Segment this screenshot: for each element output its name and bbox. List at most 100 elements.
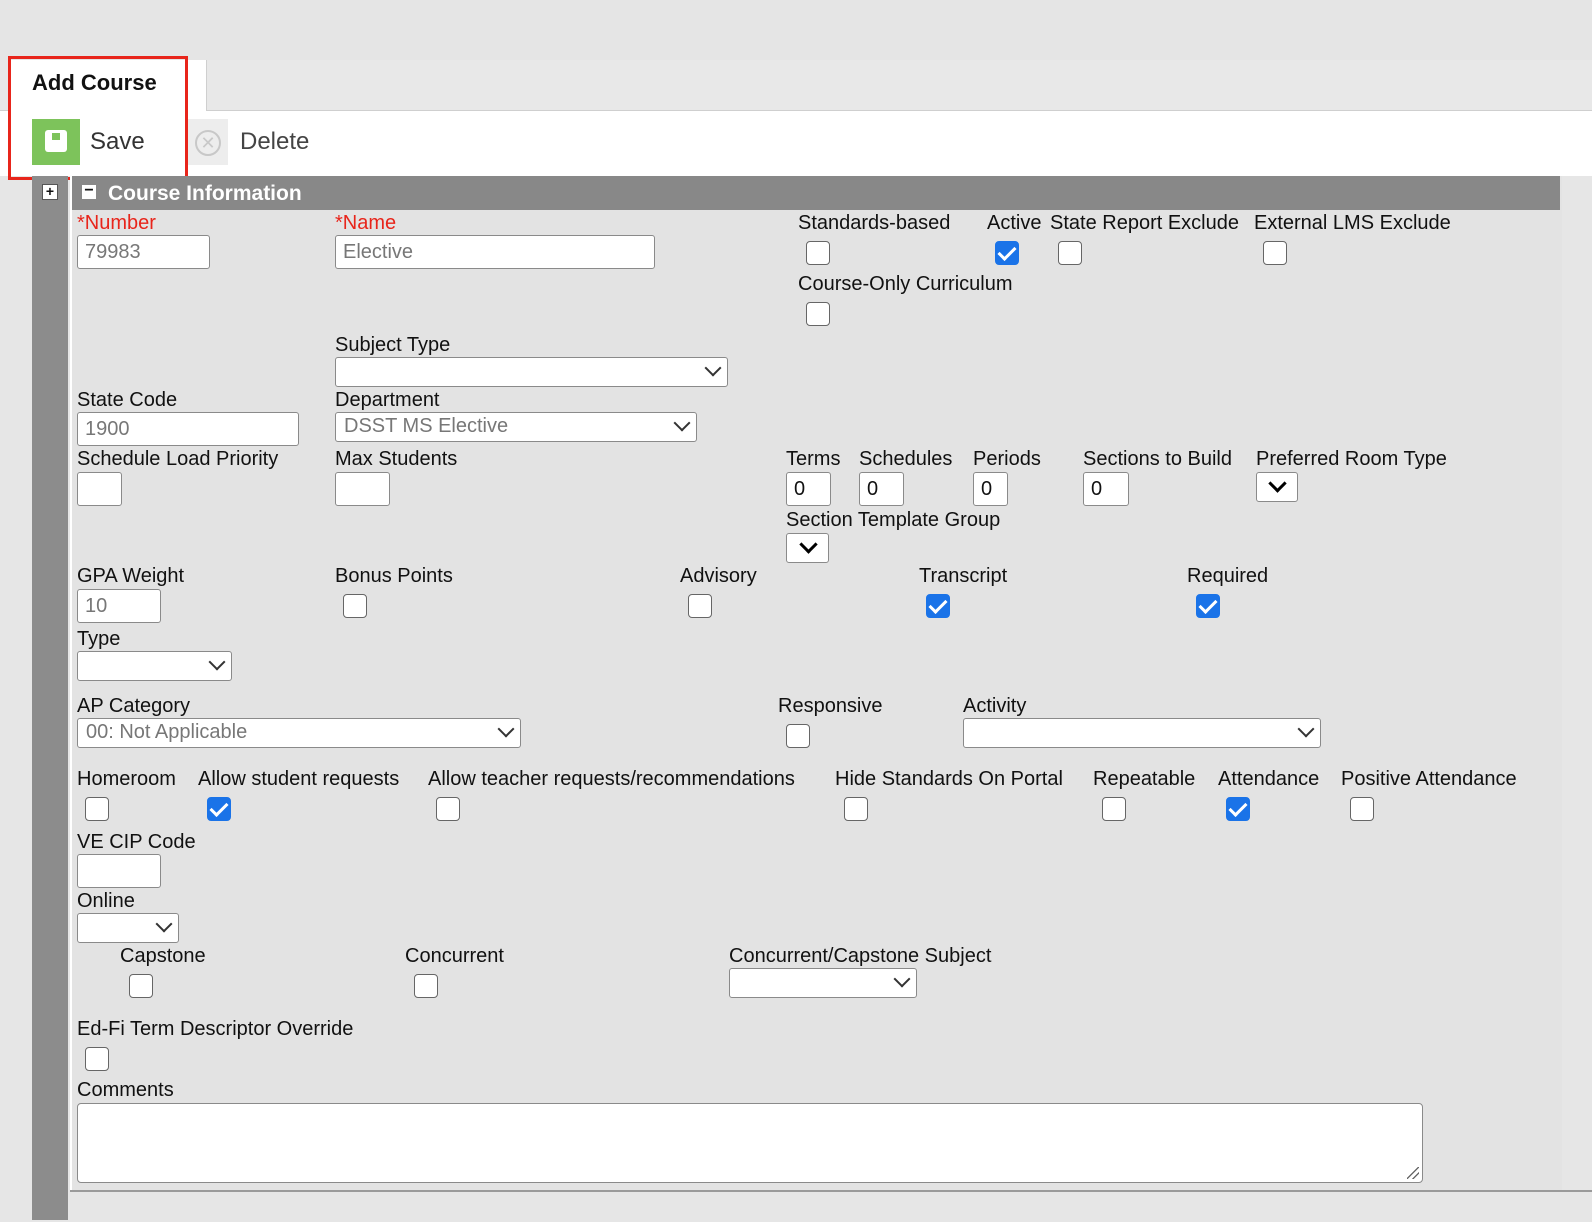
comments-label: Comments bbox=[77, 1079, 174, 1101]
terms-input[interactable] bbox=[786, 472, 831, 506]
subject-type-label: Subject Type bbox=[335, 334, 451, 356]
schedules-label: Schedules bbox=[859, 448, 953, 470]
state-report-exclude-label: State Report Exclude bbox=[1050, 212, 1239, 234]
external-lms-exclude-label: External LMS Exclude bbox=[1254, 212, 1451, 234]
subject-type-select[interactable] bbox=[335, 357, 728, 387]
course-only-curriculum-checkbox[interactable] bbox=[806, 302, 830, 326]
positive-attendance-checkbox[interactable] bbox=[1350, 797, 1374, 821]
transcript-checkbox[interactable] bbox=[926, 594, 950, 618]
ap-category-select[interactable]: 00: Not Applicable bbox=[77, 718, 521, 748]
schedules-input[interactable] bbox=[859, 472, 904, 506]
max-students-input[interactable] bbox=[335, 472, 390, 506]
required-checkbox[interactable] bbox=[1196, 594, 1220, 618]
section-template-group-select[interactable] bbox=[786, 533, 829, 563]
allow-student-requests-checkbox[interactable] bbox=[207, 797, 231, 821]
bonus-points-checkbox[interactable] bbox=[343, 594, 367, 618]
gpa-weight-label: GPA Weight bbox=[77, 565, 185, 587]
ve-cip-code-input[interactable] bbox=[77, 854, 161, 888]
chevron-down-icon bbox=[208, 653, 226, 671]
sections-to-build-input[interactable] bbox=[1083, 472, 1129, 506]
left-strip bbox=[32, 176, 68, 1220]
attendance-checkbox[interactable] bbox=[1226, 797, 1250, 821]
delete-icon[interactable]: ✕ bbox=[188, 119, 228, 165]
terms-label: Terms bbox=[786, 448, 841, 470]
homeroom-checkbox[interactable] bbox=[85, 797, 109, 821]
tab-strip bbox=[0, 60, 1592, 111]
attendance-label: Attendance bbox=[1218, 768, 1320, 790]
number-label: *Number bbox=[77, 212, 156, 234]
online-select[interactable] bbox=[77, 913, 179, 943]
course-only-curriculum-label: Course-Only Curriculum bbox=[798, 273, 1013, 295]
concurrent-label: Concurrent bbox=[405, 945, 504, 967]
type-select[interactable] bbox=[77, 651, 232, 681]
standards-based-checkbox[interactable] bbox=[806, 241, 830, 265]
transcript-label: Transcript bbox=[919, 565, 1008, 587]
activity-label: Activity bbox=[963, 695, 1027, 717]
hide-standards-checkbox[interactable] bbox=[844, 797, 868, 821]
bonus-points-label: Bonus Points bbox=[335, 565, 453, 587]
section-template-group-label: Section Template Group bbox=[786, 509, 1001, 531]
concurrent-capstone-subject-select[interactable] bbox=[729, 968, 917, 998]
chevron-down-icon bbox=[1268, 474, 1287, 493]
department-select[interactable]: DSST MS Elective bbox=[335, 412, 697, 442]
chevron-down-icon bbox=[497, 720, 515, 738]
active-checkbox[interactable] bbox=[995, 241, 1019, 265]
chevron-down-icon bbox=[673, 414, 691, 432]
edfi-term-override-checkbox[interactable] bbox=[85, 1047, 109, 1071]
schedule-load-priority-input[interactable] bbox=[77, 472, 122, 506]
online-label: Online bbox=[77, 890, 135, 912]
schedule-load-priority-label: Schedule Load Priority bbox=[77, 448, 279, 470]
state-code-input[interactable] bbox=[77, 412, 299, 446]
collapse-icon[interactable]: − bbox=[82, 183, 96, 199]
chevron-down-icon bbox=[799, 535, 818, 554]
comments-textarea[interactable] bbox=[77, 1103, 1423, 1183]
active-label: Active bbox=[987, 212, 1042, 234]
expand-icon[interactable]: + bbox=[42, 184, 58, 200]
sections-to-build-label: Sections to Build bbox=[1083, 448, 1232, 470]
concurrent-capstone-subject-label: Concurrent/Capstone Subject bbox=[729, 945, 992, 967]
capstone-checkbox[interactable] bbox=[129, 974, 153, 998]
gpa-weight-input[interactable] bbox=[77, 589, 161, 623]
concurrent-checkbox[interactable] bbox=[414, 974, 438, 998]
state-report-exclude-checkbox[interactable] bbox=[1058, 241, 1082, 265]
repeatable-label: Repeatable bbox=[1093, 768, 1196, 790]
activity-select[interactable] bbox=[963, 718, 1321, 748]
homeroom-label: Homeroom bbox=[77, 768, 176, 790]
department-label: Department bbox=[335, 389, 440, 411]
allow-teacher-requests-label: Allow teacher requests/recommendations bbox=[428, 768, 795, 790]
repeatable-checkbox[interactable] bbox=[1102, 797, 1126, 821]
positive-attendance-label: Positive Attendance bbox=[1341, 768, 1517, 790]
max-students-label: Max Students bbox=[335, 448, 458, 470]
resize-grip-icon[interactable] bbox=[1407, 1167, 1419, 1179]
allow-teacher-requests-checkbox[interactable] bbox=[436, 797, 460, 821]
name-input[interactable] bbox=[335, 235, 655, 269]
periods-label: Periods bbox=[973, 448, 1041, 470]
preferred-room-type-select[interactable] bbox=[1256, 472, 1298, 502]
advisory-checkbox[interactable] bbox=[688, 594, 712, 618]
responsive-label: Responsive bbox=[778, 695, 883, 717]
chevron-down-icon bbox=[155, 915, 173, 933]
external-lms-exclude-checkbox[interactable] bbox=[1263, 241, 1287, 265]
allow-student-requests-label: Allow student requests bbox=[198, 768, 400, 790]
state-code-label: State Code bbox=[77, 389, 178, 411]
preferred-room-type-label: Preferred Room Type bbox=[1256, 448, 1447, 470]
bottom-bar bbox=[70, 1190, 1592, 1222]
required-label: Required bbox=[1187, 565, 1269, 587]
chevron-down-icon bbox=[893, 970, 911, 988]
hide-standards-label: Hide Standards On Portal bbox=[835, 768, 1063, 790]
delete-button[interactable]: Delete bbox=[240, 128, 309, 156]
number-input[interactable] bbox=[77, 235, 210, 269]
highlight-box bbox=[8, 56, 188, 180]
chevron-down-icon bbox=[1297, 720, 1315, 738]
standards-based-label: Standards-based bbox=[798, 212, 951, 234]
top-bar bbox=[0, 0, 1592, 60]
periods-input[interactable] bbox=[973, 472, 1008, 506]
advisory-label: Advisory bbox=[680, 565, 757, 587]
edfi-term-override-label: Ed-Fi Term Descriptor Override bbox=[77, 1018, 354, 1040]
toolbar bbox=[0, 111, 1592, 176]
responsive-checkbox[interactable] bbox=[786, 724, 810, 748]
ap-category-label: AP Category bbox=[77, 695, 191, 717]
name-label: *Name bbox=[335, 212, 397, 234]
chevron-down-icon bbox=[704, 359, 722, 377]
ve-cip-code-label: VE CIP Code bbox=[77, 831, 196, 853]
